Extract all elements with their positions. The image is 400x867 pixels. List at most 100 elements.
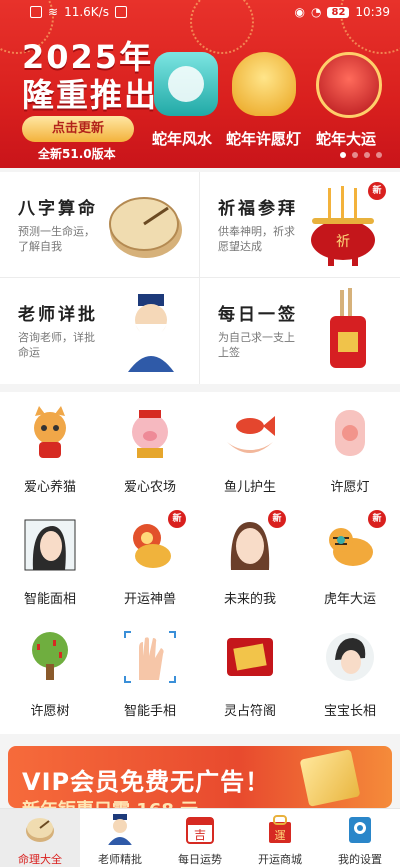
wish-lantern-icon[interactable] — [232, 52, 296, 116]
feature-desc: 为自己求一支上上签 — [218, 331, 295, 359]
fortune-stick-icon — [330, 288, 366, 368]
promo-banner[interactable]: ≋ 11.6K/s ◉ ◔ 82 10:39 2025年 隆重推出 点击更新 全… — [0, 0, 400, 168]
headline-line2: 隆重推出 — [22, 76, 159, 114]
face-portrait-icon — [24, 519, 76, 571]
clock: 10:39 — [355, 5, 390, 19]
nav-label: 开运商城 — [258, 853, 302, 866]
feature-title: 老师详批 — [18, 305, 98, 325]
bottom-nav: 命理大全 老师精批 吉 每日运势 運 开运商城 我的设置 — [0, 808, 400, 867]
talisman-box-icon — [227, 638, 273, 676]
sundial-icon — [109, 197, 182, 258]
old-master-icon — [128, 294, 174, 372]
old-master-icon — [108, 814, 132, 845]
vip-title: VIP会员免费无广告！ — [22, 768, 271, 796]
new-badge: 新 — [268, 510, 286, 528]
promo-label-wishlamp[interactable]: 蛇年许愿灯 — [226, 128, 301, 149]
grid-label: 爱心养猫 — [23, 480, 76, 495]
grid-item-wish-lamp[interactable]: 许愿灯 — [300, 392, 400, 504]
calendar-icon-label: 吉 — [194, 828, 206, 842]
woman-portrait-icon — [326, 633, 374, 681]
incense-burner-icon: 祈 — [311, 186, 375, 266]
shop-bag-icon: 運 — [269, 815, 291, 843]
vip-banner[interactable]: VIP会员免费无广告！ 新年钜惠只需 168 元 — [8, 746, 392, 808]
feature-grid: 爱心养猫 爱心农场 鱼儿护生 许愿灯 智能面相 开运神兽 新 未来的我 新 虎年… — [0, 392, 400, 734]
nav-label: 命理大全 — [18, 853, 62, 866]
feature-desc: 供奉神明，祈求愿望达成 — [218, 225, 295, 253]
snake-mascot-icon[interactable] — [316, 52, 382, 118]
robot-settings-icon — [349, 817, 371, 843]
sundial-icon — [26, 818, 54, 842]
headline-line1: 2025年 — [22, 38, 154, 76]
network-speed: 11.6K/s — [64, 5, 109, 19]
grid-label: 虎年大运 — [323, 592, 376, 607]
status-bar: ≋ 11.6K/s ◉ ◔ 82 10:39 — [0, 0, 400, 26]
feature-title: 每日一签 — [218, 305, 298, 325]
grid-item-fish[interactable]: 鱼儿护生 — [200, 392, 300, 504]
grid-label: 许愿树 — [30, 704, 70, 719]
feature-card-daily-sign[interactable]: 每日一签 为自己求一支上上签 — [200, 278, 399, 383]
feature-desc: 预测一生命运，了解自我 — [18, 225, 95, 253]
paper-lantern-icon — [335, 410, 365, 456]
grid-item-palm-reading[interactable]: 智能手相 — [100, 616, 200, 728]
nav-shop[interactable]: 運 开运商城 — [240, 809, 320, 867]
nav-label: 每日运势 — [178, 853, 222, 866]
shop-bag-label: 運 — [275, 829, 286, 842]
nav-master[interactable]: 老师精批 — [80, 809, 160, 867]
grid-item-farm[interactable]: 爱心农场 — [100, 392, 200, 504]
feature-desc: 咨询老师，详批命运 — [18, 331, 95, 359]
palm-hand-icon — [124, 631, 176, 683]
feature-card-pray[interactable]: 祈福参拜 供奉神明，祈求愿望达成 祈 新 — [200, 172, 399, 277]
grid-item-baby-face[interactable]: 宝宝长相 — [300, 616, 400, 728]
nav-settings[interactable]: 我的设置 — [320, 809, 400, 867]
calendar-icon: 吉 — [186, 817, 214, 844]
banner-headline: 2025年 隆重推出 — [22, 38, 158, 114]
notification-icon — [114, 6, 127, 18]
lion-beast-icon — [133, 524, 171, 568]
carousel-dot — [364, 152, 370, 158]
cat-icon — [34, 406, 66, 458]
koi-fish-icon — [227, 416, 275, 453]
grid-item-lucky-beast[interactable]: 开运神兽 新 — [100, 504, 200, 616]
carousel-dot — [352, 152, 358, 158]
promo-label-fengshui[interactable]: 蛇年风水 — [152, 128, 212, 149]
feature-title: 八字算命 — [18, 199, 98, 219]
tiger-icon — [329, 528, 373, 566]
grid-label: 灵占符阁 — [223, 704, 276, 719]
new-badge: 新 — [168, 510, 186, 528]
nav-daily-fortune[interactable]: 吉 每日运势 — [160, 809, 240, 867]
nav-fortune-all[interactable]: 命理大全 — [0, 809, 80, 867]
incense-burner-label: 祈 — [336, 234, 350, 250]
nav-label: 老师精批 — [98, 853, 142, 866]
carousel-dot — [376, 152, 382, 158]
signal-icon: ◔ — [311, 5, 322, 19]
wish-tree-icon — [32, 632, 68, 680]
sim-icon — [30, 6, 42, 18]
version-label: 全新51.0版本 — [38, 147, 116, 161]
new-badge: 新 — [368, 182, 386, 200]
grid-item-face-reading[interactable]: 智能面相 — [0, 504, 100, 616]
grid-item-wish-tree[interactable]: 许愿树 — [0, 616, 100, 728]
pig-icon — [132, 410, 168, 458]
carousel-indicator — [340, 152, 382, 158]
fengshui-compass-icon[interactable] — [154, 52, 218, 116]
grid-label: 开运神兽 — [123, 592, 176, 607]
grid-label: 未来的我 — [223, 592, 276, 607]
grid-item-tiger-fortune[interactable]: 虎年大运 新 — [300, 504, 400, 616]
wifi-icon: ≋ — [48, 5, 59, 19]
feature-title: 祈福参拜 — [218, 199, 298, 219]
grid-label: 智能手相 — [123, 704, 176, 719]
vip-card-icon — [299, 749, 361, 807]
woman-face-icon — [230, 522, 270, 570]
update-button[interactable]: 点击更新 — [22, 116, 134, 142]
grid-label: 爱心农场 — [123, 480, 176, 495]
promo-label-fortune[interactable]: 蛇年大运 — [316, 128, 376, 149]
grid-label: 许愿灯 — [330, 480, 370, 495]
grid-item-future-me[interactable]: 未来的我 新 — [200, 504, 300, 616]
grid-label: 宝宝长相 — [323, 704, 376, 719]
feature-card-master[interactable]: 老师详批 咨询老师，详批命运 — [0, 278, 199, 383]
carousel-dot — [340, 152, 346, 158]
grid-item-talisman[interactable]: 灵占符阁 — [200, 616, 300, 728]
feature-card-bazi[interactable]: 八字算命 预测一生命运，了解自我 — [0, 172, 199, 277]
grid-item-cat[interactable]: 爱心养猫 — [0, 392, 100, 504]
vip-subtitle: 新年钜惠只需 168 元 — [22, 796, 198, 808]
